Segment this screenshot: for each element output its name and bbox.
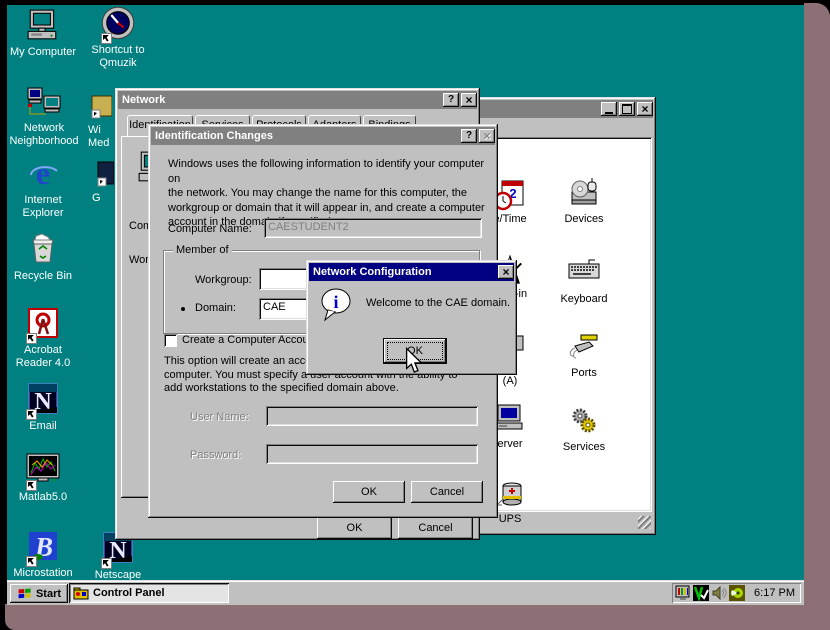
computer-name-field: CAESTUDENT2	[264, 218, 482, 238]
cancel-button[interactable]: Cancel	[411, 481, 483, 503]
bezel-right	[804, 3, 830, 630]
icon-label: Devices	[552, 214, 616, 226]
cp-icon-ports[interactable]: Ports	[552, 328, 616, 380]
mouse-cursor	[404, 347, 424, 378]
message-text: Welcome to the CAE domain.	[366, 297, 510, 309]
network-cancel-button[interactable]: Cancel	[398, 516, 473, 539]
maximize-button[interactable]	[619, 102, 635, 116]
control-panel-icon	[73, 585, 89, 601]
desktop-icon-network-neighborhood[interactable]: Network Neighborhood	[3, 84, 85, 147]
shortcut-arrow-icon	[101, 33, 112, 44]
svg-text:i: i	[333, 292, 338, 312]
workgroup-radio-label[interactable]: Workgroup:	[195, 274, 252, 286]
shortcut-arrow-icon	[26, 333, 37, 344]
volume-tray-icon[interactable]	[711, 585, 727, 601]
server-icon	[494, 403, 526, 435]
internet-explorer-icon: e	[26, 156, 60, 192]
date-time-icon: 2	[494, 178, 526, 212]
icon-label: Shortcut to Qmuzik	[80, 44, 156, 69]
desktop-icon-my-computer[interactable]: My Computer	[5, 8, 81, 59]
password-label: Password:	[190, 449, 241, 461]
dialog-title: Network Configuration	[313, 266, 432, 278]
cp-icon-devices[interactable]: Devices	[552, 178, 616, 226]
devices-icon	[568, 178, 600, 210]
info-icon: i	[319, 287, 355, 326]
display-settings-tray-icon[interactable]	[675, 585, 691, 601]
desktop-icon-acrobat-reader[interactable]: Acrobat Reader 4.0	[5, 306, 81, 369]
icon-label: My Computer	[5, 46, 81, 59]
icon-label: Keyboard	[552, 294, 616, 306]
dialog-title: Network	[122, 94, 165, 106]
close-button[interactable]: ×	[637, 102, 653, 116]
icon-label: Microstation	[5, 567, 81, 580]
network-ok-button[interactable]: OK	[317, 516, 392, 539]
taskbar: Start Control Panel 6:17 PM	[7, 580, 804, 605]
icon-label: Recycle Bin	[5, 270, 81, 283]
network-dialog-titlebar[interactable]: Network ? ×	[118, 91, 477, 109]
network-neighborhood-icon	[26, 84, 62, 120]
ports-icon	[567, 332, 601, 362]
icon-label: Network Neighborhood	[3, 122, 85, 147]
icon-label: Ports	[552, 368, 616, 380]
create-account-checkbox[interactable]	[164, 334, 177, 347]
system-tray: 6:17 PM	[672, 583, 801, 603]
cp-icon-services[interactable]: Services	[552, 403, 616, 454]
user-name-field	[266, 406, 478, 426]
task-button-control-panel[interactable]: Control Panel	[69, 583, 229, 603]
windows-logo-icon	[17, 586, 33, 601]
shortcut-arrow-icon	[26, 556, 37, 567]
identification-changes-titlebar[interactable]: Identification Changes ? ×	[151, 127, 495, 145]
network-configuration-titlebar[interactable]: Network Configuration ×	[309, 263, 514, 281]
minimize-button[interactable]	[601, 102, 617, 116]
svg-text:e: e	[36, 156, 50, 191]
shortcut-arrow-icon	[26, 409, 37, 420]
shortcut-arrow-icon	[26, 480, 37, 491]
shortcut-arrow-icon	[101, 558, 112, 569]
domain-radio-label[interactable]: Domain:	[195, 302, 236, 314]
desktop-icon-fragment-g[interactable]: G	[92, 160, 114, 205]
ok-button[interactable]: OK	[333, 481, 405, 503]
desktop-icon-email[interactable]: N Email	[5, 382, 81, 433]
desktop-icon-recycle-bin[interactable]: Recycle Bin	[5, 232, 81, 283]
groupbox-label: Member of	[173, 244, 232, 256]
help-button[interactable]: ?	[443, 93, 459, 107]
icon-label: Matlab5.0	[5, 491, 81, 504]
close-button[interactable]: ×	[498, 265, 514, 279]
virus-shield-tray-icon[interactable]	[693, 585, 709, 601]
clock: 6:17 PM	[754, 587, 801, 599]
icon-label: Internet Explorer	[5, 194, 81, 219]
help-button[interactable]: ?	[461, 129, 477, 143]
start-label: Start	[36, 588, 61, 600]
close-button[interactable]: ×	[461, 93, 477, 107]
dialog-title: Identification Changes	[155, 130, 273, 142]
task-label: Control Panel	[93, 587, 165, 599]
cp-icon-keyboard[interactable]: Keyboard	[552, 253, 616, 306]
icon-label: G	[92, 192, 114, 205]
icon-label: Services	[552, 442, 616, 454]
graphics-utility-tray-icon[interactable]	[729, 585, 745, 601]
desktop-icon-microstation[interactable]: B Microstation	[5, 529, 81, 580]
bezel-bottom	[5, 604, 830, 630]
desktop-icon-internet-explorer[interactable]: e Internet Explorer	[5, 156, 81, 219]
desktop-icon-matlab[interactable]: Matlab5.0	[5, 453, 81, 504]
desktop-icon-qmuzik[interactable]: Shortcut to Qmuzik	[80, 6, 156, 69]
keyboard-icon	[567, 258, 601, 284]
close-button-disabled: ×	[479, 129, 495, 143]
computer-name-label: Computer Name:	[168, 223, 252, 235]
services-gears-icon	[567, 406, 601, 436]
start-button[interactable]: Start	[10, 584, 68, 603]
resize-grip[interactable]	[638, 516, 651, 529]
ups-battery-icon	[494, 478, 526, 510]
icon-label: Wi Med	[88, 124, 115, 149]
my-computer-icon	[26, 8, 60, 42]
partial-icon	[92, 160, 114, 188]
icon-label: Email	[5, 420, 81, 433]
partial-icon	[88, 94, 112, 120]
icon-label: Acrobat Reader 4.0	[5, 344, 81, 369]
desktop-icon-fragment-media[interactable]: Wi Med	[88, 94, 115, 149]
recycle-bin-icon	[26, 232, 60, 268]
password-field	[266, 444, 478, 464]
user-name-label: User Name:	[190, 411, 249, 423]
screen-photo: My Computer Shortcut to Qmuzik Network N…	[0, 0, 830, 630]
